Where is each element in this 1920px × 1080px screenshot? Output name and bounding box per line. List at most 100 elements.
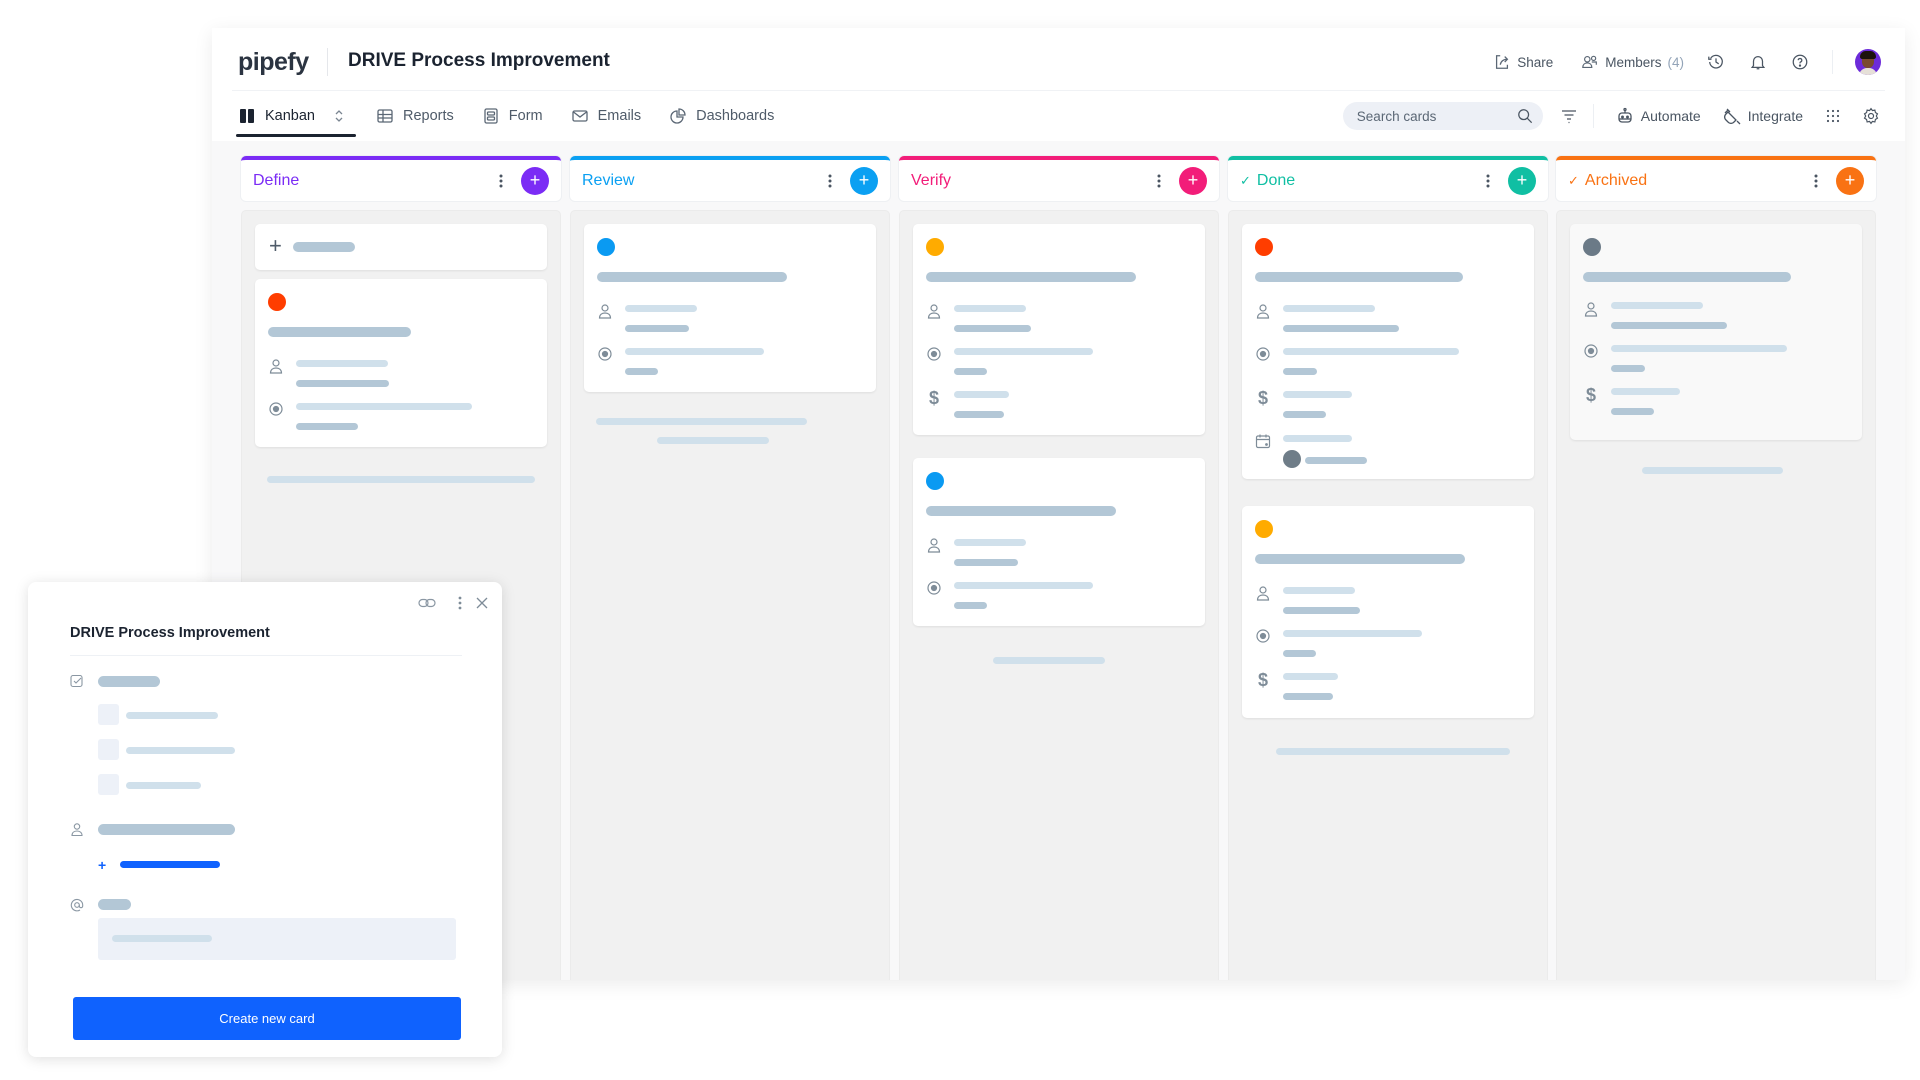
phase-review: Review + — [570, 156, 890, 980]
settings-button[interactable] — [1861, 106, 1881, 126]
robot-icon — [1618, 107, 1632, 123]
card-title-placeholder — [597, 272, 787, 282]
card-title-placeholder — [926, 272, 1136, 282]
tab-label: Dashboards — [696, 108, 775, 124]
tab-form[interactable]: Form — [482, 91, 543, 141]
history-icon — [1708, 54, 1723, 69]
checklist-checkbox[interactable] — [98, 774, 119, 795]
chevron-up-down-icon[interactable] — [330, 107, 348, 125]
field-label-placeholder — [1283, 673, 1338, 680]
phase-title[interactable]: Verify — [911, 172, 1151, 190]
add-card-button[interactable]: + — [1508, 166, 1536, 195]
tab-label: Emails — [597, 108, 642, 124]
field-label-placeholder — [1283, 630, 1422, 637]
phase-menu-button[interactable] — [1808, 169, 1824, 193]
history-button[interactable] — [1706, 52, 1726, 72]
radio-icon — [1255, 346, 1271, 362]
avatar-body — [1859, 68, 1877, 75]
tab-kanban[interactable]: Kanban — [236, 91, 356, 141]
tab-reports[interactable]: Reports — [376, 91, 454, 141]
field-value-placeholder — [296, 423, 358, 430]
plus-icon: + — [1187, 170, 1199, 190]
phase-menu-button[interactable] — [822, 169, 838, 193]
field-label-placeholder — [1283, 587, 1355, 594]
automate-button[interactable]: Automate — [1616, 107, 1701, 125]
add-assignee-button[interactable]: + — [98, 857, 106, 873]
card[interactable]: $ — [1242, 224, 1534, 479]
create-new-card-button[interactable]: Create new card — [73, 997, 461, 1040]
phase-menu-button[interactable] — [1480, 169, 1496, 193]
members-button[interactable]: Members (4) — [1581, 53, 1684, 71]
field-value-placeholder — [1283, 607, 1360, 614]
phase-done: ✓ Done + $ $ — [1228, 156, 1548, 980]
card[interactable] — [584, 224, 876, 392]
plus-icon: + — [858, 170, 870, 190]
share-button[interactable]: Share — [1493, 53, 1553, 71]
field-value-placeholder — [1305, 457, 1367, 464]
tab-label: Form — [508, 108, 543, 124]
search-box[interactable] — [1342, 102, 1543, 130]
card[interactable] — [255, 279, 547, 447]
email-field[interactable] — [98, 918, 456, 960]
search-input[interactable] — [1356, 108, 1507, 124]
view-toolbar: Kanban Reports Form Emails Dashboards Se… — [212, 91, 1905, 141]
share-label: Share — [1517, 54, 1554, 70]
close-modal-button[interactable] — [476, 597, 488, 609]
share-icon — [1496, 55, 1509, 69]
field-label-placeholder — [296, 360, 388, 367]
notifications-button[interactable] — [1748, 52, 1768, 72]
more-vertical-icon — [1157, 174, 1161, 187]
radio-icon — [597, 346, 613, 362]
card[interactable]: $ — [913, 224, 1205, 435]
add-card-button[interactable]: + — [521, 166, 549, 195]
phase-menu-button[interactable] — [1151, 169, 1167, 193]
card[interactable] — [913, 458, 1205, 626]
tab-emails[interactable]: Emails — [571, 91, 642, 141]
field-value-placeholder — [954, 559, 1018, 566]
modal-title: DRIVE Process Improvement — [70, 625, 270, 641]
modal-menu-button[interactable] — [458, 596, 462, 610]
phase-menu-button[interactable] — [493, 169, 509, 193]
add-card-button[interactable]: + — [1836, 166, 1864, 195]
card-title-placeholder — [268, 327, 411, 337]
assignee-icon — [70, 822, 84, 837]
search-icon[interactable] — [1517, 108, 1533, 124]
field-value-placeholder — [1283, 411, 1326, 418]
card[interactable]: $ — [1242, 506, 1534, 718]
pipefy-logo[interactable]: pipefy — [238, 48, 309, 77]
filter-button[interactable] — [1559, 106, 1579, 126]
check-icon: ✓ — [1568, 172, 1579, 188]
field-value-placeholder — [1611, 408, 1654, 415]
checklist-checkbox[interactable] — [98, 739, 119, 760]
apps-button[interactable] — [1823, 106, 1843, 126]
phase-title[interactable]: Review — [582, 172, 822, 190]
phase-title-text: Done — [1256, 171, 1296, 189]
grid-dots-icon — [1826, 109, 1840, 123]
tab-dashboards[interactable]: Dashboards — [669, 91, 774, 141]
create-card-placeholder[interactable]: + — [255, 224, 547, 270]
card-title-placeholder — [926, 506, 1116, 516]
more-vertical-icon — [1486, 174, 1490, 187]
assignee-icon — [1583, 301, 1599, 317]
phase-title[interactable]: ✓ Archived — [1568, 172, 1808, 190]
mail-icon — [571, 110, 588, 122]
checklist-item-placeholder — [126, 712, 218, 719]
integrate-button[interactable]: Integrate — [1723, 107, 1803, 125]
phase-title[interactable]: ✓ Done — [1240, 172, 1480, 190]
plus-icon: + — [1844, 170, 1856, 190]
help-button[interactable] — [1790, 52, 1810, 72]
card[interactable]: $ — [1570, 224, 1862, 440]
copy-link-button[interactable] — [418, 597, 436, 609]
phase-title[interactable]: Define — [253, 172, 493, 190]
load-more-placeholder — [1276, 748, 1510, 755]
user-avatar[interactable] — [1855, 49, 1881, 75]
phase-title-text: Verify — [911, 171, 952, 189]
phase-title-text: Define — [253, 171, 300, 189]
add-assignee-link[interactable] — [120, 861, 220, 868]
plus-icon: + — [1516, 170, 1528, 190]
phase-cards — [570, 210, 890, 980]
assignee-icon — [1255, 585, 1271, 601]
add-card-button[interactable]: + — [850, 166, 878, 195]
add-card-button[interactable]: + — [1179, 166, 1207, 195]
checklist-checkbox[interactable] — [98, 704, 119, 725]
